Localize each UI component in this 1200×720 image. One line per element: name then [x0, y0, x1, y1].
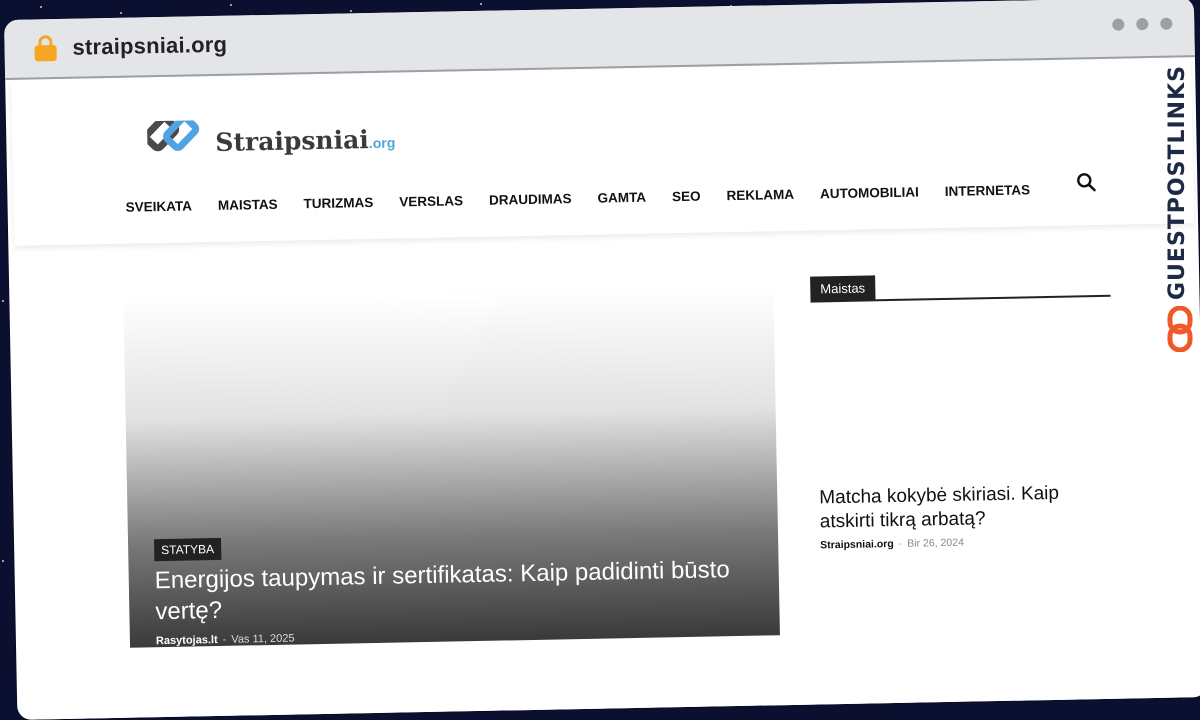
sidebar-section-label[interactable]: Maistas	[810, 275, 876, 302]
guestpostlinks-watermark: GUESTPOSTLINKS	[1165, 65, 1190, 300]
main-nav: SVEIKATA MAISTAS TURIZMAS VERSLAS DRAUDI…	[125, 182, 1056, 214]
meta-separator: -	[898, 537, 903, 550]
url-text: straipsniai.org	[72, 31, 228, 60]
article-author[interactable]: Rasytojas.lt	[156, 634, 218, 647]
article-date: Vas 11, 2025	[231, 632, 295, 646]
window-dot-icon[interactable]	[1112, 18, 1125, 31]
lock-icon	[34, 35, 57, 62]
sidebar-article-meta: Straipsniai.org - Bir 26, 2024	[820, 537, 964, 552]
web-page: Straipsniai.org SVEIKATA MAISTAS TURIZMA…	[11, 59, 1200, 720]
window-dot-icon[interactable]	[1136, 18, 1149, 31]
nav-item-seo[interactable]: SEO	[672, 189, 701, 205]
nav-item-gamta[interactable]: GAMTA	[597, 190, 646, 206]
sidebar-section-header: Maistas	[810, 270, 1111, 303]
featured-article-title[interactable]: Energijos taupymas ir sertifikatas: Kaip…	[154, 554, 755, 628]
address-bar[interactable]: straipsniai.org	[34, 32, 227, 62]
article-date: Bir 26, 2024	[907, 536, 964, 550]
nav-item-internetas[interactable]: INTERNETAS	[945, 182, 1031, 199]
search-icon[interactable]	[1075, 171, 1097, 193]
logo-text: Straipsniai.org	[215, 124, 396, 157]
nav-item-turizmas[interactable]: TURIZMAS	[303, 195, 373, 211]
window-dot-icon[interactable]	[1160, 17, 1173, 30]
chain-link-logo-icon	[146, 120, 200, 152]
browser-window: straipsniai.org Straipsniai.org SVEIKATA…	[4, 0, 1200, 720]
nav-item-maistas[interactable]: MAISTAS	[218, 197, 278, 213]
nav-item-sveikata[interactable]: SVEIKATA	[125, 198, 192, 214]
nav-item-draudimas[interactable]: DRAUDIMAS	[489, 191, 572, 208]
article-meta: Rasytojas.lt - Vas 11, 2025	[156, 633, 295, 648]
category-badge[interactable]: STATYBA	[153, 537, 222, 562]
nav-item-verslas[interactable]: VERSLAS	[399, 193, 463, 209]
site-logo[interactable]: Straipsniai.org	[146, 117, 396, 166]
nav-item-automobiliai[interactable]: AUTOMOBILIAI	[820, 184, 919, 201]
sidebar-article-title[interactable]: Matcha kokybė skiriasi. Kaip atskirti ti…	[819, 481, 1090, 534]
chain-link-watermark-icon	[1167, 306, 1193, 352]
meta-separator: -	[222, 633, 227, 646]
site-header: Straipsniai.org SVEIKATA MAISTAS TURIZMA…	[11, 59, 1195, 246]
article-author[interactable]: Straipsniai.org	[820, 538, 894, 551]
nav-item-reklama[interactable]: REKLAMA	[726, 187, 794, 203]
featured-article[interactable]: STATYBA Energijos taupymas ir sertifikat…	[123, 285, 780, 648]
window-controls	[1112, 17, 1173, 31]
